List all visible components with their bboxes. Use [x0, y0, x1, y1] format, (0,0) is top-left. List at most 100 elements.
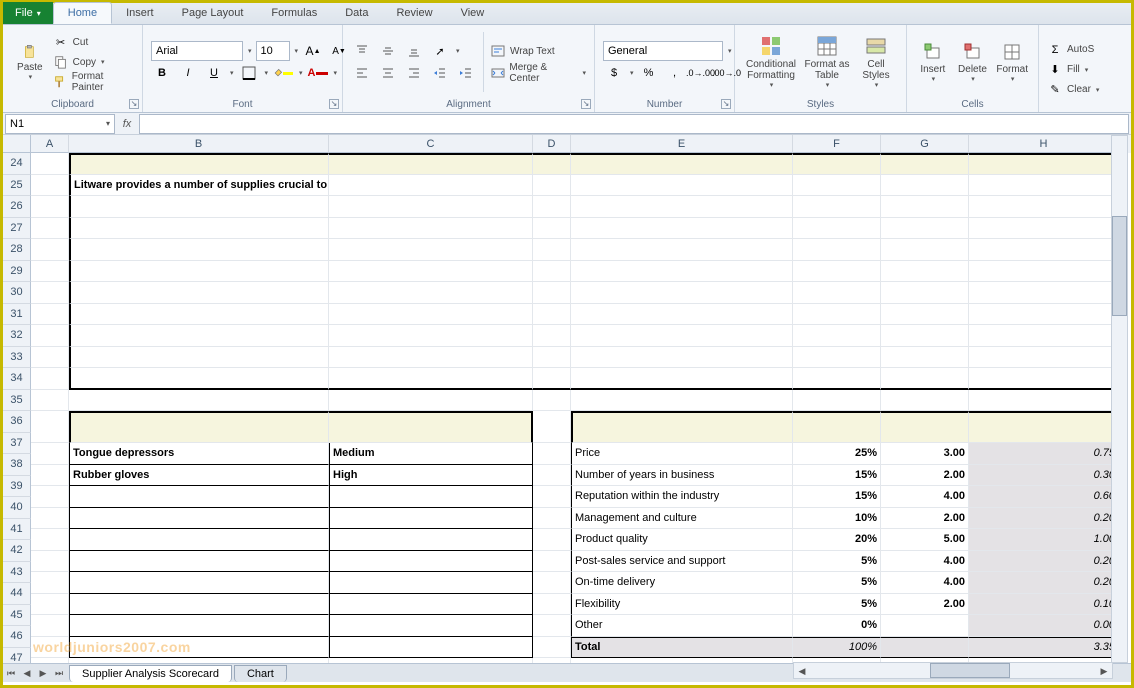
cell[interactable]: [31, 572, 69, 594]
cell[interactable]: [329, 572, 533, 594]
cell[interactable]: [533, 175, 571, 197]
cell[interactable]: [69, 572, 329, 594]
cell[interactable]: 0.20: [969, 572, 1119, 594]
cell[interactable]: [329, 594, 533, 616]
cell[interactable]: [31, 443, 69, 465]
cell[interactable]: Rubber gloves: [69, 465, 329, 487]
chevron-down-icon[interactable]: ▾: [456, 47, 460, 55]
select-all-corner[interactable]: [3, 135, 31, 153]
cell[interactable]: [881, 347, 969, 369]
cell-styles-button[interactable]: Cell Styles▾: [853, 29, 899, 95]
align-right-button[interactable]: [403, 62, 425, 84]
formula-input[interactable]: [139, 114, 1129, 134]
fill-color-button[interactable]: [272, 62, 294, 84]
cell[interactable]: [793, 196, 881, 218]
format-as-table-button[interactable]: Format as Table▾: [801, 29, 853, 95]
cell[interactable]: 1.00: [969, 529, 1119, 551]
cell[interactable]: [31, 325, 69, 347]
cell[interactable]: [793, 282, 881, 304]
cell[interactable]: [329, 218, 533, 240]
cell[interactable]: [31, 465, 69, 487]
chevron-down-icon[interactable]: ▾: [1096, 86, 1100, 94]
cell[interactable]: [533, 551, 571, 573]
cell[interactable]: [571, 368, 793, 390]
row-header[interactable]: 24: [3, 153, 31, 175]
cell[interactable]: [533, 637, 571, 659]
border-button[interactable]: [238, 62, 260, 84]
cell[interactable]: [69, 368, 329, 390]
cell[interactable]: 15%: [793, 465, 881, 487]
cell[interactable]: [793, 239, 881, 261]
cell[interactable]: [881, 196, 969, 218]
cell[interactable]: [31, 368, 69, 390]
row-header[interactable]: 43: [3, 562, 31, 584]
scroll-right-button[interactable]: ▶: [1096, 663, 1112, 679]
cell[interactable]: 3.00: [881, 443, 969, 465]
cell[interactable]: [69, 196, 329, 218]
cell[interactable]: [31, 551, 69, 573]
spreadsheet-grid[interactable]: A B C D E F G H 242526272829303132333435…: [3, 135, 1131, 663]
cell[interactable]: [793, 304, 881, 326]
cell[interactable]: [969, 347, 1119, 369]
cell[interactable]: [329, 411, 533, 443]
tab-review[interactable]: Review: [382, 2, 446, 24]
cell[interactable]: [329, 347, 533, 369]
cell[interactable]: [969, 390, 1119, 412]
tab-data[interactable]: Data: [331, 2, 382, 24]
cell[interactable]: [31, 615, 69, 637]
cell[interactable]: 0%: [793, 615, 881, 637]
cell[interactable]: 4.00: [881, 572, 969, 594]
cell[interactable]: [533, 304, 571, 326]
cell[interactable]: [571, 175, 793, 197]
cell[interactable]: [329, 508, 533, 530]
cell[interactable]: [31, 529, 69, 551]
cell[interactable]: 3.35: [969, 637, 1119, 659]
scrollbar-thumb[interactable]: [930, 663, 1010, 678]
cell[interactable]: [533, 153, 571, 175]
cell[interactable]: [533, 529, 571, 551]
row-header[interactable]: 25: [3, 175, 31, 197]
cell[interactable]: [881, 325, 969, 347]
cell[interactable]: Medium: [329, 443, 533, 465]
chevron-down-icon[interactable]: ▾: [295, 47, 299, 55]
row-header[interactable]: 32: [3, 325, 31, 347]
row-header[interactable]: 46: [3, 626, 31, 648]
cell[interactable]: [571, 390, 793, 412]
cell[interactable]: [533, 486, 571, 508]
chevron-down-icon[interactable]: ▾: [1085, 66, 1089, 74]
cell[interactable]: [533, 368, 571, 390]
cell[interactable]: 0.20: [969, 508, 1119, 530]
cell[interactable]: [533, 282, 571, 304]
cell[interactable]: Management and culture: [571, 508, 793, 530]
sheet-tab-chart[interactable]: Chart: [234, 665, 287, 682]
dialog-launcher-clipboard[interactable]: ↘: [129, 99, 139, 109]
cell[interactable]: [329, 153, 533, 175]
font-name-input[interactable]: [151, 41, 243, 61]
cell[interactable]: [31, 153, 69, 175]
cell[interactable]: [533, 411, 571, 443]
tab-formulas[interactable]: Formulas: [257, 2, 331, 24]
orientation-button[interactable]: ➚: [429, 40, 451, 62]
insert-button[interactable]: Insert▾: [913, 29, 953, 95]
chevron-down-icon[interactable]: ▾: [265, 69, 269, 77]
cell[interactable]: [793, 411, 881, 443]
cell[interactable]: 10%: [793, 508, 881, 530]
increase-indent-button[interactable]: [455, 62, 477, 84]
cell[interactable]: [31, 239, 69, 261]
cell[interactable]: [881, 282, 969, 304]
cut-button[interactable]: ✂Cut: [51, 32, 136, 52]
cell[interactable]: [571, 304, 793, 326]
cell[interactable]: [533, 261, 571, 283]
format-button[interactable]: Format▾: [992, 29, 1032, 95]
wrap-text-button[interactable]: Wrap Text: [488, 41, 588, 61]
chevron-down-icon[interactable]: ▾: [230, 69, 234, 77]
cells-area[interactable]: Litware provides a number of supplies cr…: [31, 153, 1131, 663]
cell[interactable]: [69, 486, 329, 508]
vertical-scrollbar[interactable]: [1111, 135, 1128, 663]
cell[interactable]: [31, 304, 69, 326]
cell[interactable]: [31, 218, 69, 240]
align-bottom-button[interactable]: [403, 40, 425, 62]
col-header-a[interactable]: A: [31, 135, 69, 153]
cell[interactable]: [533, 196, 571, 218]
cell[interactable]: [31, 486, 69, 508]
